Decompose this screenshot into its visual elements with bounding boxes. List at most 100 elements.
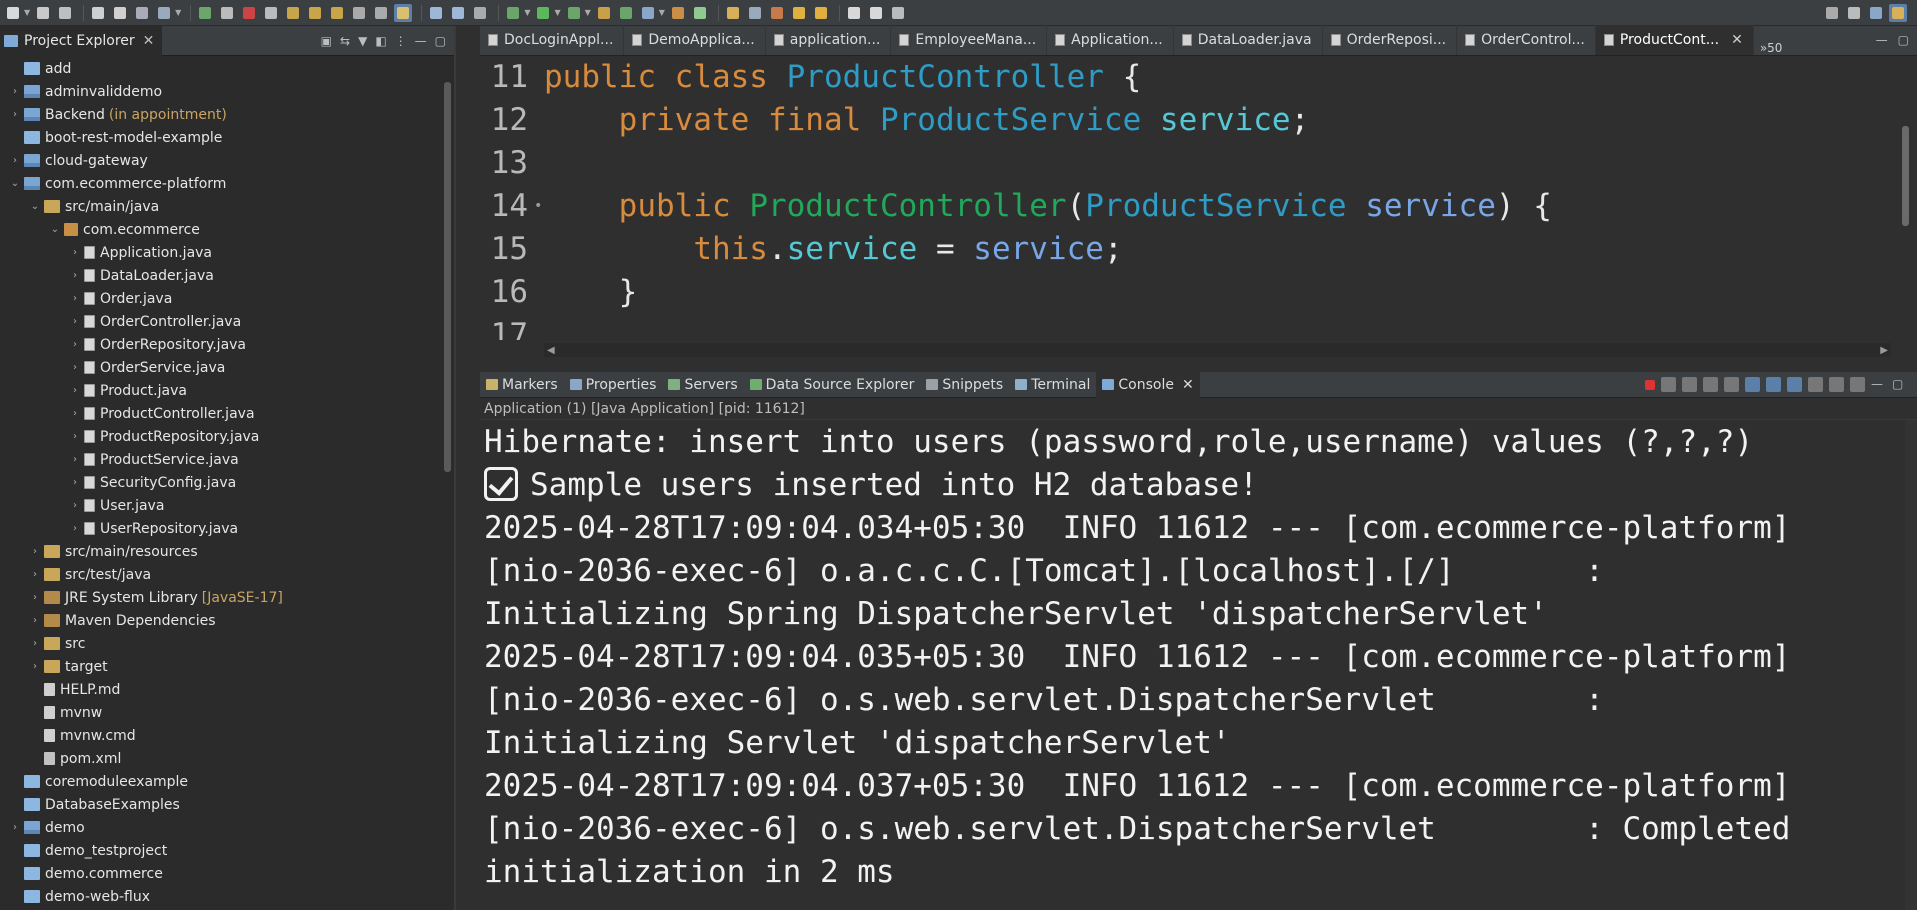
new-server-icon[interactable] xyxy=(617,4,635,22)
git-icon[interactable] xyxy=(768,4,786,22)
console-view-tab[interactable]: Properties xyxy=(564,372,663,398)
editor-tab[interactable]: application... xyxy=(766,25,892,55)
tree-item[interactable]: › ProductController.java xyxy=(0,402,454,425)
disconnect-icon[interactable] xyxy=(262,4,280,22)
build-icon[interactable] xyxy=(155,4,173,22)
tree-item[interactable]: ⌄ src/main/java xyxy=(0,195,454,218)
dropdown-arrow-icon[interactable]: ▼ xyxy=(659,8,665,17)
tree-item[interactable]: pom.xml xyxy=(0,747,454,770)
tree-expand-arrow-icon[interactable]: › xyxy=(28,661,42,672)
tree-item[interactable]: › Backend (in appointment) xyxy=(0,103,454,126)
open-type-icon[interactable] xyxy=(427,4,445,22)
save-all-icon[interactable] xyxy=(56,4,74,22)
dropdown-arrow-icon[interactable]: ▼ xyxy=(585,8,591,17)
remove-all-terminated-icon[interactable] xyxy=(1682,377,1697,392)
tree-item[interactable]: boot-rest-model-example xyxy=(0,126,454,149)
console-view-tab[interactable]: Data Source Explorer xyxy=(744,372,921,398)
tree-item[interactable]: › Maven Dependencies xyxy=(0,609,454,632)
undo-icon[interactable] xyxy=(89,4,107,22)
next-edit-icon[interactable] xyxy=(867,4,885,22)
maximize-icon[interactable]: ▢ xyxy=(1892,377,1907,392)
pin-console-icon[interactable] xyxy=(1808,377,1823,392)
pin-icon[interactable] xyxy=(889,4,907,22)
tree-expand-arrow-icon[interactable]: › xyxy=(28,615,42,626)
console-view-tab[interactable]: Snippets xyxy=(920,372,1009,398)
tree-expand-arrow-icon[interactable]: › xyxy=(8,822,22,833)
editor-tab[interactable]: Application... xyxy=(1047,25,1174,55)
focus-icon[interactable]: ◧ xyxy=(375,34,386,48)
tree-item[interactable]: › OrderController.java xyxy=(0,310,454,333)
tree-expand-arrow-icon[interactable]: › xyxy=(68,431,82,442)
use-step-filters-icon[interactable] xyxy=(372,4,390,22)
suspend-icon[interactable] xyxy=(218,4,236,22)
editor-tab[interactable]: OrderControl... xyxy=(1457,25,1596,55)
back-icon[interactable] xyxy=(790,4,808,22)
maximize-icon[interactable]: ▢ xyxy=(1898,33,1909,47)
tree-expand-arrow-icon[interactable]: › xyxy=(28,546,42,557)
tree-item[interactable]: › JRE System Library [JavaSE-17] xyxy=(0,586,454,609)
link-with-editor-icon[interactable]: ⇆ xyxy=(340,34,350,48)
step-into-icon[interactable] xyxy=(284,4,302,22)
tree-item[interactable]: › demo xyxy=(0,816,454,839)
tree-item[interactable]: › User.java xyxy=(0,494,454,517)
editor-tab[interactable]: DocLoginAppl... xyxy=(480,25,625,55)
close-icon[interactable]: ✕ xyxy=(1182,377,1194,393)
tree-item[interactable]: › SecurityConfig.java xyxy=(0,471,454,494)
tree-expand-arrow-icon[interactable]: › xyxy=(8,86,22,97)
tree-item[interactable]: DatabaseExamples xyxy=(0,793,454,816)
editor-tab[interactable]: DataLoader.java xyxy=(1174,25,1323,55)
dropdown-arrow-icon[interactable]: ▼ xyxy=(554,8,560,17)
tree-expand-arrow-icon[interactable]: ⌄ xyxy=(8,178,22,189)
tree-expand-arrow-icon[interactable]: › xyxy=(68,385,82,396)
show-on-stdout-icon[interactable] xyxy=(1766,377,1781,392)
close-icon[interactable]: ✕ xyxy=(1731,32,1743,48)
tree-item[interactable]: demo-web-flux xyxy=(0,885,454,908)
redo-icon[interactable] xyxy=(111,4,129,22)
tree-expand-arrow-icon[interactable]: › xyxy=(8,109,22,120)
new-icon[interactable] xyxy=(4,4,22,22)
tree-expand-arrow-icon[interactable]: › xyxy=(68,270,82,281)
minimize-icon[interactable]: — xyxy=(415,34,427,48)
tree-item[interactable]: mvnw.cmd xyxy=(0,724,454,747)
tree-item[interactable]: › Product.java xyxy=(0,379,454,402)
open-task-icon[interactable] xyxy=(449,4,467,22)
tree-expand-arrow-icon[interactable]: › xyxy=(68,500,82,511)
tree-item[interactable]: ⌄ com.ecommerce-platform xyxy=(0,172,454,195)
forward-icon[interactable] xyxy=(812,4,830,22)
tree-item[interactable]: › src/test/java xyxy=(0,563,454,586)
tree-item[interactable]: › OrderRepository.java xyxy=(0,333,454,356)
minimize-icon[interactable]: — xyxy=(1871,377,1886,392)
tree-item[interactable]: coremoduleexample xyxy=(0,770,454,793)
editor-tab[interactable]: EmployeeMana... xyxy=(891,25,1048,55)
tree-expand-arrow-icon[interactable]: › xyxy=(68,339,82,350)
new-java-project-icon[interactable] xyxy=(639,4,657,22)
tree-expand-arrow-icon[interactable]: ⌄ xyxy=(28,201,42,212)
editor-tab[interactable]: DemoApplica... xyxy=(624,25,766,55)
editor-vertical-scrollbar[interactable] xyxy=(1902,126,1909,226)
drop-to-frame-icon[interactable] xyxy=(350,4,368,22)
java-ee-perspective-icon[interactable] xyxy=(1867,4,1885,22)
tree-item[interactable]: demo.commerce xyxy=(0,862,454,885)
tree-item[interactable]: › src xyxy=(0,632,454,655)
tree-item[interactable]: › src/main/resources xyxy=(0,540,454,563)
tree-expand-arrow-icon[interactable]: ⌄ xyxy=(48,224,62,235)
console-view-tab[interactable]: Terminal xyxy=(1009,372,1096,398)
tree-expand-arrow-icon[interactable]: › xyxy=(68,316,82,327)
tree-item[interactable]: ⌄ com.ecommerce xyxy=(0,218,454,241)
tab-overflow-indicator[interactable]: »50 xyxy=(1754,41,1789,55)
run-icon[interactable] xyxy=(534,4,552,22)
tree-scrollbar[interactable] xyxy=(444,82,451,472)
search-field-icon[interactable] xyxy=(1823,4,1841,22)
tree-expand-arrow-icon[interactable]: › xyxy=(28,592,42,603)
console-output[interactable]: Hibernate: insert into users (password,r… xyxy=(480,420,1917,894)
tree-expand-arrow-icon[interactable]: › xyxy=(28,638,42,649)
java-perspective-icon[interactable] xyxy=(1889,3,1907,22)
tree-expand-arrow-icon[interactable]: › xyxy=(68,293,82,304)
step-over-icon[interactable] xyxy=(306,4,324,22)
dropdown-arrow-icon[interactable]: ▼ xyxy=(24,8,30,17)
tree-item[interactable]: › ProductRepository.java xyxy=(0,425,454,448)
scroll-lock-icon[interactable] xyxy=(1724,377,1739,392)
debug-icon[interactable] xyxy=(504,4,522,22)
show-on-stderr-icon[interactable] xyxy=(1787,377,1802,392)
collapse-all-icon[interactable]: ▣ xyxy=(321,34,332,48)
